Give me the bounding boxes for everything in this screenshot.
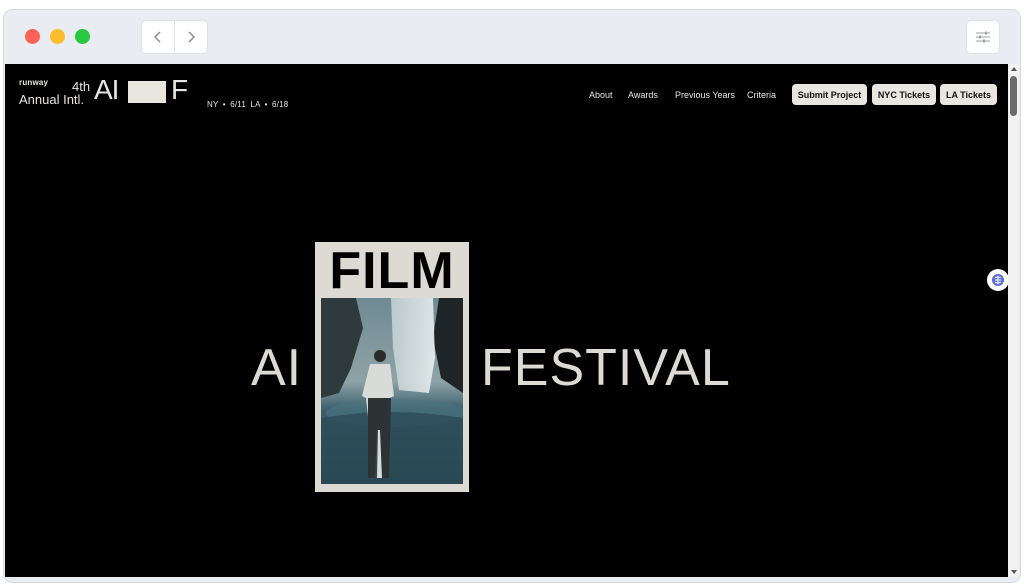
- browser-titlebar: [4, 10, 1020, 64]
- scroll-down-arrow-icon[interactable]: [1011, 570, 1017, 574]
- brand-annual-label: Annual Intl.: [19, 92, 85, 107]
- nav-link-about[interactable]: About: [589, 90, 613, 100]
- hero-festival-text: FESTIVAL: [481, 339, 731, 397]
- nyc-tickets-button[interactable]: NYC Tickets: [872, 84, 936, 105]
- la-tickets-button[interactable]: LA Tickets: [940, 84, 997, 105]
- submit-project-button[interactable]: Submit Project: [792, 84, 867, 105]
- brain-icon: [992, 274, 1004, 286]
- brand-ai-label: AI: [94, 74, 119, 105]
- browser-window: runway Annual Intl. 4th AI F NY • 6/11 L…: [4, 10, 1020, 582]
- hero-ai-text: AI: [251, 339, 303, 397]
- page-viewport: runway Annual Intl. 4th AI F NY • 6/11 L…: [5, 64, 1008, 577]
- history-nav: [142, 21, 207, 53]
- scrollbar-thumb[interactable]: [1010, 76, 1017, 116]
- brand-block-mark: [128, 81, 166, 103]
- brand-edition-label: 4th: [72, 79, 91, 94]
- page-scrollbar[interactable]: [1008, 64, 1019, 577]
- minimize-window-button[interactable]: [50, 29, 65, 44]
- hero-film-text: FILM: [329, 242, 455, 300]
- nav-link-awards[interactable]: Awards: [628, 90, 658, 100]
- event-dates: NY • 6/11 LA • 6/18: [207, 100, 289, 109]
- accessibility-button[interactable]: [987, 269, 1008, 291]
- close-window-button[interactable]: [25, 29, 40, 44]
- brand-f-label: F: [171, 74, 189, 105]
- nav-link-criteria[interactable]: Criteria: [747, 90, 776, 100]
- back-button[interactable]: [142, 21, 174, 53]
- hero-poster: FILM: [315, 242, 469, 492]
- runway-logo[interactable]: runway: [19, 78, 48, 87]
- settings-button[interactable]: [967, 21, 999, 53]
- chevron-right-icon: [187, 31, 195, 43]
- sliders-icon: [976, 31, 990, 43]
- forward-button[interactable]: [174, 21, 206, 53]
- scroll-up-arrow-icon[interactable]: [1011, 67, 1017, 71]
- hero-image: [321, 298, 463, 484]
- chevron-left-icon: [153, 31, 161, 43]
- nav-link-previous-years[interactable]: Previous Years: [675, 90, 735, 100]
- maximize-window-button[interactable]: [75, 29, 90, 44]
